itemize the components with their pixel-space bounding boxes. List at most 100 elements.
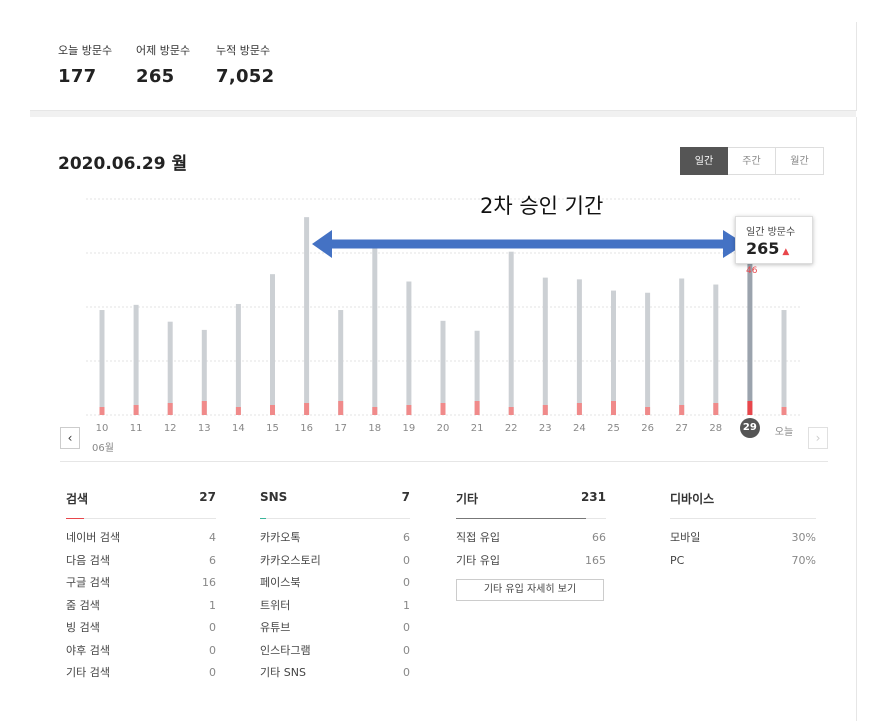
- category-device-underline: [670, 518, 816, 519]
- x-tick-label[interactable]: 14: [226, 423, 250, 434]
- category-other-underline: [456, 518, 606, 519]
- category-other-list: 직접 유입 66 기타 유입 165: [456, 527, 606, 572]
- list-item: 카카오톡 6: [260, 527, 410, 550]
- bar-27: [679, 278, 685, 415]
- bar-24: [576, 279, 582, 415]
- x-tick-label[interactable]: 18: [363, 423, 387, 434]
- list-item-label: 기타 검색: [66, 666, 110, 679]
- bar-10: [99, 310, 105, 415]
- list-item: 유튜브 0: [260, 617, 410, 640]
- category-sns-header: SNS 7: [260, 490, 410, 512]
- x-tick-label[interactable]: 12: [158, 423, 182, 434]
- x-tick-label[interactable]: 20: [431, 423, 455, 434]
- x-tick-label[interactable]: 24: [567, 423, 591, 434]
- list-item-value: 1: [403, 598, 410, 612]
- category-device: 디바이스 모바일 30% PC 70%: [670, 490, 816, 572]
- list-item: 기타 SNS 0: [260, 662, 410, 685]
- bar-segment-19: [406, 405, 412, 415]
- bar-segment-24: [576, 403, 582, 415]
- x-tick-label[interactable]: 16: [295, 423, 319, 434]
- x-tick-label[interactable]: 21: [465, 423, 489, 434]
- other-referral-detail-button[interactable]: 기타 유입 자세히 보기: [456, 579, 604, 601]
- bar-segment-27: [679, 405, 685, 415]
- bar-오늘: [781, 310, 787, 415]
- chart-prev-button[interactable]: ‹: [60, 427, 80, 449]
- list-item-value: 4: [209, 531, 216, 544]
- bar-segment-25: [611, 401, 616, 415]
- x-tick-label[interactable]: 10: [90, 423, 114, 434]
- chart-tooltip: 일간 방문수 265 ▲ 46: [735, 216, 813, 276]
- bar-26: [645, 292, 651, 415]
- annotation-arrow-head-left: [312, 230, 332, 258]
- bar-15: [270, 274, 275, 415]
- bar-23: [542, 277, 548, 415]
- list-item-value: 70%: [791, 553, 816, 567]
- list-item: 트위터 1: [260, 595, 410, 618]
- x-tick-label[interactable]: 29: [739, 418, 760, 438]
- list-item-value: 165: [585, 553, 606, 567]
- category-search: 검색 27 네이버 검색 4 다음 검색 6 구글 검색 16 줌 검색 1 빙 검색 0 야후 검색…: [66, 490, 216, 685]
- list-item: 페이스북 0: [260, 572, 410, 595]
- bar-segment-21: [474, 401, 480, 415]
- category-search-header: 검색 27: [66, 490, 216, 512]
- list-item: 직접 유입 66: [456, 527, 606, 550]
- bar-segment-12: [167, 403, 173, 415]
- tooltip-label: 일간 방문수: [746, 227, 796, 238]
- list-item-value: 0: [403, 576, 410, 589]
- x-tick-label[interactable]: 17: [329, 423, 353, 434]
- x-tick-label[interactable]: 28: [704, 423, 728, 434]
- x-tick-label[interactable]: 13: [192, 423, 216, 434]
- list-item: 모바일 30%: [670, 527, 816, 550]
- list-item-label: PC: [670, 553, 685, 567]
- category-sns-total: 7: [401, 490, 410, 504]
- category-sns-title: SNS: [260, 490, 288, 504]
- bar-20: [440, 320, 446, 415]
- bar-segment-15: [270, 405, 275, 415]
- list-item: 카카오스토리 0: [260, 550, 410, 573]
- category-other-total: 231: [580, 490, 606, 504]
- x-tick-label[interactable]: 22: [499, 423, 523, 434]
- x-tick-label[interactable]: 오늘: [772, 423, 796, 438]
- x-tick-label[interactable]: 23: [533, 423, 557, 434]
- list-item-label: 카카오톡: [260, 531, 301, 544]
- bar-18: [372, 247, 378, 415]
- list-item: 다음 검색 6: [66, 550, 216, 573]
- list-item-label: 빙 검색: [66, 621, 100, 634]
- bar-segment-17: [338, 401, 344, 415]
- list-item-label: 구글 검색: [66, 576, 110, 589]
- bar-22: [508, 251, 514, 415]
- bar-segment-18: [372, 407, 378, 415]
- chart-next-button[interactable]: ›: [808, 427, 828, 449]
- bar-28: [713, 284, 719, 415]
- chevron-right-icon: ›: [815, 431, 821, 445]
- list-item-value: 0: [403, 621, 410, 634]
- list-item-value: 0: [209, 621, 216, 634]
- list-item: 인스타그램 0: [260, 640, 410, 663]
- list-item-value: 0: [403, 666, 410, 679]
- list-item: PC 70%: [670, 550, 816, 573]
- category-device-header: 디바이스: [670, 490, 816, 512]
- list-item: 빙 검색 0: [66, 617, 216, 640]
- list-item-value: 0: [209, 666, 216, 679]
- x-tick-label[interactable]: 11: [124, 423, 148, 434]
- category-other-header: 기타 231: [456, 490, 606, 512]
- x-tick-label[interactable]: 25: [602, 423, 626, 434]
- bar-segment-10: [99, 407, 105, 415]
- bar-19: [406, 281, 412, 415]
- category-device-list: 모바일 30% PC 70%: [670, 527, 816, 572]
- bar-segment-11: [133, 405, 139, 415]
- bar-segment-23: [542, 405, 548, 415]
- category-search-title: 검색: [66, 492, 89, 506]
- x-tick-label[interactable]: 19: [397, 423, 421, 434]
- list-item-label: 줌 검색: [66, 598, 100, 612]
- category-other-title: 기타: [456, 492, 479, 506]
- list-item: 줌 검색 1: [66, 595, 216, 618]
- x-axis-month: 06월: [92, 443, 114, 454]
- x-tick-label[interactable]: 26: [636, 423, 660, 434]
- x-tick-label[interactable]: 27: [670, 423, 694, 434]
- list-item-value: 1: [209, 598, 216, 612]
- list-item: 야후 검색 0: [66, 640, 216, 663]
- x-tick-label[interactable]: 15: [261, 423, 285, 434]
- list-item: 기타 유입 165: [456, 550, 606, 573]
- category-search-underline: [66, 518, 216, 519]
